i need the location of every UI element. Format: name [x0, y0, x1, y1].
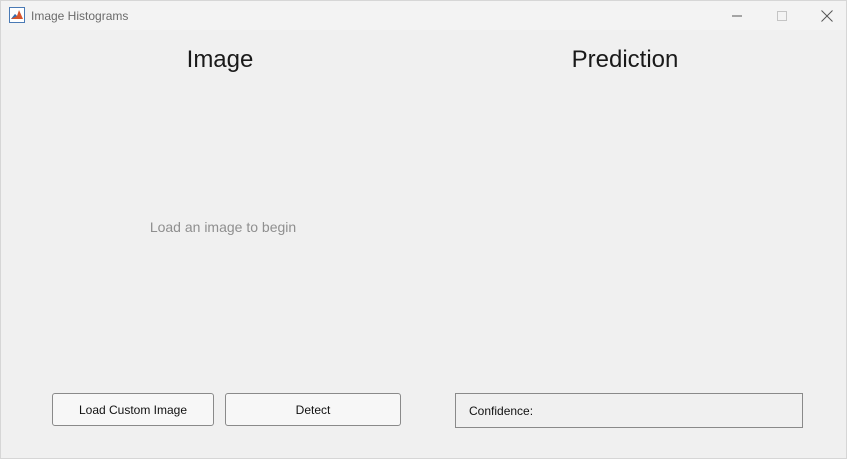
maximize-icon: [777, 10, 787, 21]
matlab-icon: [9, 7, 25, 23]
image-placeholder-text: Load an image to begin: [149, 219, 297, 235]
detect-button[interactable]: Detect: [225, 393, 401, 426]
detect-button-label: Detect: [295, 402, 331, 417]
app-window: Image Histograms Image Prediction Load a…: [0, 0, 847, 459]
confidence-label: Confidence:: [469, 404, 534, 418]
close-button[interactable]: [804, 1, 847, 30]
close-icon: [821, 9, 833, 22]
load-button-label: Load Custom Image: [78, 402, 188, 417]
confidence-field: Confidence:: [455, 393, 803, 428]
window-title: Image Histograms: [31, 9, 129, 23]
prediction-heading: Prediction: [571, 46, 679, 73]
title-bar[interactable]: Image Histograms: [1, 1, 846, 30]
load-custom-image-button[interactable]: Load Custom Image: [52, 393, 214, 426]
minimize-button[interactable]: [714, 1, 760, 30]
minimize-icon: [732, 11, 742, 21]
image-heading: Image: [186, 46, 254, 73]
maximize-button[interactable]: [759, 1, 805, 30]
